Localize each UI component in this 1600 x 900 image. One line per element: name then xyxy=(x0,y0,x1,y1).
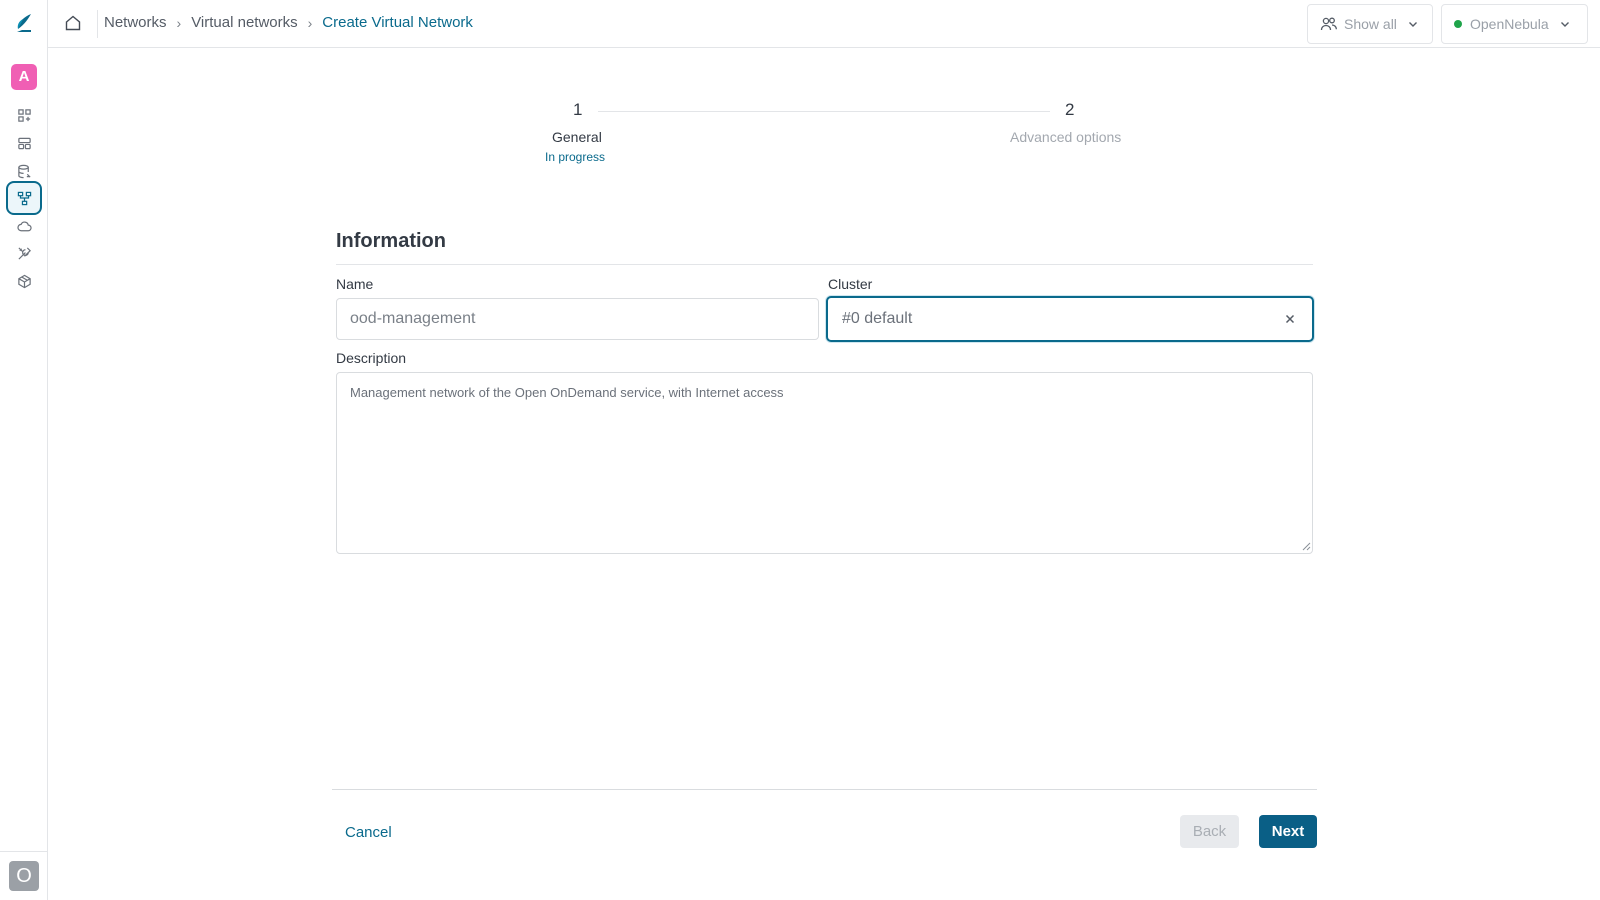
breadcrumb: Networks › Virtual networks › Create Vir… xyxy=(104,14,473,31)
chevron-right-icon: › xyxy=(307,14,313,31)
sidebar: A O xyxy=(0,0,48,900)
bottom-avatar[interactable]: O xyxy=(9,861,39,891)
infrastructure-icon[interactable] xyxy=(6,267,42,295)
cluster-label: Cluster xyxy=(828,276,873,292)
group-selector-label: Show all xyxy=(1344,16,1397,32)
section-title: Information xyxy=(336,230,446,252)
breadcrumb-current: Create Virtual Network xyxy=(322,14,473,31)
step-2-number: 2 xyxy=(1065,100,1075,119)
network-icon[interactable] xyxy=(6,181,42,215)
dashboard-icon[interactable] xyxy=(6,101,42,129)
description-label: Description xyxy=(336,350,407,366)
chevron-right-icon: › xyxy=(176,14,182,31)
cloud-icon[interactable] xyxy=(6,212,42,240)
zone-selector-button[interactable]: OpenNebula xyxy=(1441,4,1588,44)
users-icon xyxy=(1320,17,1337,31)
group-selector-button[interactable]: Show all xyxy=(1307,4,1433,44)
breadcrumb-networks[interactable]: Networks xyxy=(104,14,167,31)
breadcrumb-virtual-networks[interactable]: Virtual networks xyxy=(191,14,297,31)
resize-handle-icon[interactable] xyxy=(1302,542,1311,551)
step-1-number: 1 xyxy=(573,100,583,119)
sidebar-divider xyxy=(0,851,48,852)
step-1-label[interactable]: General xyxy=(552,129,602,145)
chevron-down-icon xyxy=(1408,22,1417,27)
zone-status-dot xyxy=(1454,20,1462,28)
cluster-autocomplete[interactable]: #0 default xyxy=(826,296,1314,342)
chevron-down-icon xyxy=(1560,22,1569,27)
section-divider xyxy=(336,264,1313,265)
name-input[interactable] xyxy=(336,298,819,340)
back-button[interactable]: Back xyxy=(1180,815,1239,848)
home-icon[interactable] xyxy=(64,14,82,32)
name-label: Name xyxy=(336,276,374,292)
cancel-button[interactable]: Cancel xyxy=(335,816,402,848)
step-2-label[interactable]: Advanced options xyxy=(1010,129,1121,145)
instances-icon[interactable] xyxy=(6,129,42,157)
footer-divider xyxy=(332,789,1317,790)
opennebula-logo-icon[interactable] xyxy=(14,12,34,34)
clear-icon[interactable] xyxy=(1284,313,1296,325)
description-textarea[interactable]: Management network of the Open OnDemand … xyxy=(336,372,1313,554)
stepper-connector xyxy=(598,111,1050,112)
next-button[interactable]: Next xyxy=(1259,815,1317,848)
tools-icon[interactable] xyxy=(6,239,42,267)
step-1-status: In progress xyxy=(545,150,606,164)
user-avatar[interactable]: A xyxy=(11,64,37,90)
cluster-value: #0 default xyxy=(842,310,913,327)
zone-selector-label: OpenNebula xyxy=(1470,16,1549,32)
top-header: Networks › Virtual networks › Create Vir… xyxy=(48,0,1600,48)
breadcrumb-divider xyxy=(97,10,98,38)
